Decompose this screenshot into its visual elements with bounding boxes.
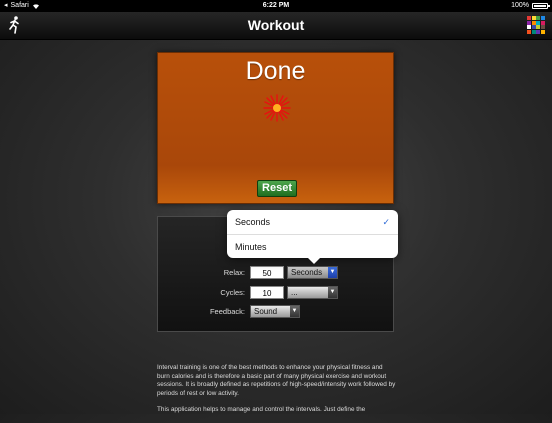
palette-swatch [527, 25, 531, 29]
palette-swatch [540, 16, 545, 20]
chevron-down-icon: ▼ [328, 287, 337, 298]
palette-swatch [540, 20, 545, 25]
palette-swatch [536, 25, 540, 29]
timer-panel: Done Reset [157, 52, 394, 204]
page-title: Workout [247, 17, 305, 33]
palette-swatch [536, 29, 540, 34]
feedback-label: Feedback: [209, 307, 245, 316]
relax-unit-select[interactable]: Seconds ▼ [287, 266, 338, 279]
relax-row: Relax: 50 Seconds ▼ [158, 266, 393, 280]
chevron-down-icon: ▼ [328, 267, 337, 278]
palette-swatch [527, 29, 531, 34]
description: Interval training is one of the best met… [157, 364, 397, 423]
option-label: Minutes [235, 242, 267, 252]
status-bar-right: 100% [511, 0, 550, 12]
palette-swatch [527, 16, 531, 20]
feedback-select[interactable]: Sound ▼ [250, 305, 300, 318]
cycles-row: Cycles: 10 ... ▼ [158, 286, 393, 300]
nav-bar: Workout [0, 12, 552, 40]
status-bar: ◂ Safari 6:22 PM 100% [0, 0, 552, 12]
popover-option-seconds[interactable]: Seconds ✓ [227, 210, 398, 234]
unit-popover: Seconds ✓ Minutes [227, 210, 398, 264]
status-time: 6:22 PM [262, 2, 290, 9]
palette-swatch [527, 20, 531, 25]
cycles-label: Cycles: [220, 288, 245, 297]
palette-swatch [531, 25, 536, 29]
popover-option-minutes[interactable]: Minutes [227, 234, 398, 258]
palette-swatch [540, 25, 545, 29]
firework-icon [263, 94, 291, 122]
palette-swatch [536, 20, 540, 25]
feedback-row: Feedback: Sound ▼ [158, 305, 393, 319]
palette-swatch [531, 20, 536, 25]
option-label: Seconds [235, 217, 271, 227]
popover-arrow [307, 257, 321, 264]
cycles-unit-value: ... [291, 288, 298, 297]
palette-swatch [531, 16, 536, 20]
palette-swatch [531, 29, 536, 34]
palette-swatch [540, 29, 545, 34]
reset-button[interactable]: Reset [257, 180, 297, 197]
relax-unit-value: Seconds [291, 268, 323, 277]
checkmark-icon: ✓ [382, 217, 390, 227]
timer-status: Done [245, 57, 306, 85]
feedback-value: Sound [254, 307, 278, 316]
chevron-down-icon: ▼ [290, 306, 299, 317]
relax-input[interactable]: 50 [250, 266, 284, 279]
palette-swatch [536, 16, 540, 20]
description-paragraph: Interval training is one of the best met… [157, 364, 396, 397]
battery-icon [532, 3, 550, 9]
relax-label: Relax: [223, 268, 245, 277]
cycles-input[interactable]: 10 [250, 286, 284, 299]
color-palette-icon[interactable] [527, 16, 545, 34]
battery-percent: 100% [511, 2, 529, 9]
cycles-unit-select[interactable]: ... ▼ [287, 286, 338, 299]
